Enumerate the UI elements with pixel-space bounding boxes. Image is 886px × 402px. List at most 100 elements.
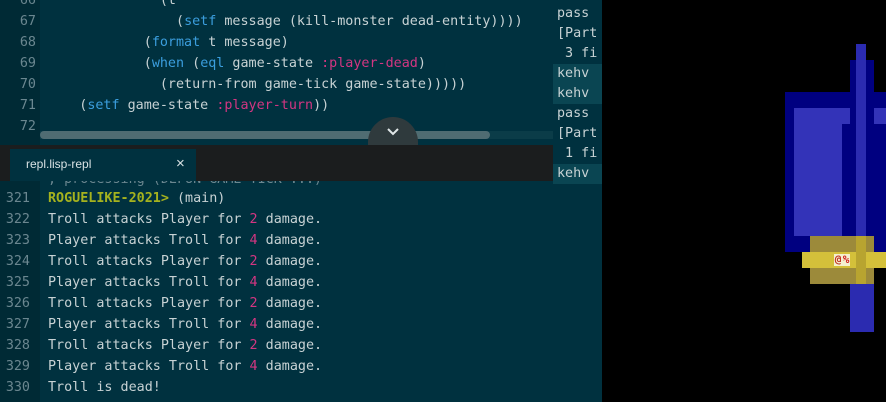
- repl-code-line: Troll attacks Player for 2 damage.: [48, 293, 322, 314]
- editor-code-line: (t: [47, 0, 176, 11]
- code-token: (main): [168, 191, 226, 206]
- repl-code-line: Troll attacks Player for 2 damage.: [48, 335, 322, 356]
- side-output-line: pass: [557, 106, 590, 121]
- code-token: (return-from game-tick game-state))))): [47, 77, 467, 92]
- repl-code-line: Player attacks Troll for 4 damage.: [48, 230, 322, 251]
- repl-code-line: Player attacks Troll for 4 damage.: [48, 272, 322, 293]
- code-token: 2: [249, 338, 258, 353]
- repl-line-number: 325: [5, 275, 30, 290]
- lit-corridor: [856, 236, 866, 284]
- code-token: Player attacks Troll for: [48, 317, 250, 332]
- code-token: :player-turn: [216, 98, 314, 113]
- editor-line-number: 70: [19, 77, 36, 92]
- code-token: Troll attacks Player for: [48, 212, 250, 227]
- side-output-line: 1 fi: [557, 146, 598, 161]
- repl-line-number: 323: [5, 233, 30, 248]
- code-token: 2: [249, 296, 258, 311]
- code-token: Troll attacks Player for: [48, 338, 250, 353]
- code-token: ROGUELIKE-2021>: [48, 191, 169, 206]
- code-token: when: [151, 56, 185, 71]
- code-token: t message): [200, 35, 289, 50]
- editor-line-number: 69: [19, 56, 36, 71]
- repl-line-number: 324: [5, 254, 30, 269]
- code-token: 4: [249, 275, 258, 290]
- code-token: (: [47, 56, 152, 71]
- code-token: Troll is dead!: [48, 380, 161, 395]
- troll-corpse-glyph: %: [842, 253, 850, 266]
- editor-code-line: (return-from game-tick game-state))))): [47, 74, 466, 95]
- code-token: ): [417, 56, 426, 71]
- code-token: setf: [87, 98, 120, 113]
- editor-line-number: 67: [19, 14, 36, 29]
- code-token: damage.: [257, 212, 323, 227]
- code-token: 2: [249, 212, 258, 227]
- editor-code-line: (format t message): [47, 32, 289, 53]
- side-output-line: [Part: [557, 26, 598, 41]
- tab-bar: repl.lisp-repl ×: [0, 145, 553, 181]
- repl-code-line: Player attacks Troll for 4 damage.: [48, 356, 322, 377]
- code-token: )): [313, 98, 330, 113]
- repl-buffer[interactable]: ; processing (DEFUN GAME-TICK ...) 321RO…: [0, 181, 553, 402]
- code-token: Player attacks Troll for: [48, 359, 250, 374]
- code-token: (: [47, 14, 185, 29]
- corridor-end: [850, 284, 874, 332]
- code-editor[interactable]: 66 (t 67 (setf message (kill-monster dead…: [0, 0, 553, 145]
- side-output-line: kehv: [553, 84, 602, 104]
- repl-code-line: Troll attacks Player for 2 damage.: [48, 209, 322, 230]
- repl-code-line: Troll is dead!: [48, 377, 161, 398]
- code-token: (t: [47, 0, 176, 8]
- repl-line-number: 326: [5, 296, 30, 311]
- repl-line-number: 329: [5, 359, 30, 374]
- editor-code-line: (setf message (kill-monster dead-entity)…: [47, 11, 523, 32]
- code-token: damage.: [257, 338, 323, 353]
- code-token: 4: [249, 233, 258, 248]
- horizontal-scrollbar[interactable]: [40, 131, 553, 139]
- code-token: damage.: [257, 254, 323, 269]
- code-token: 4: [249, 359, 258, 374]
- editor-line-number: 71: [19, 98, 36, 113]
- code-token: damage.: [257, 359, 323, 374]
- code-token: 2: [249, 254, 258, 269]
- editor-line-number: 68: [19, 35, 36, 50]
- side-output-line: kehv: [553, 64, 602, 84]
- repl-line-number: 327: [5, 317, 30, 332]
- side-output-line: pass: [557, 6, 590, 21]
- scrollbar-thumb[interactable]: [40, 131, 490, 139]
- repl-code-line: ROGUELIKE-2021> (main): [48, 188, 225, 209]
- code-token: (: [184, 56, 201, 71]
- repl-line-number: 322: [5, 212, 30, 227]
- code-token: damage.: [257, 275, 323, 290]
- editor-code-line: (setf game-state :player-turn)): [47, 95, 329, 116]
- code-token: 4: [249, 317, 258, 332]
- repl-line-number: 330: [5, 380, 30, 395]
- game-viewport: @ %: [602, 0, 886, 402]
- code-token: damage.: [257, 296, 323, 311]
- side-output-line: 3 fi: [557, 46, 598, 61]
- editor-code-line: (when (eql game-state :player-dead): [47, 53, 426, 74]
- code-token: setf: [184, 14, 217, 29]
- code-token: game-state: [224, 56, 322, 71]
- editor-line-number: 72: [19, 119, 36, 134]
- code-token: message (kill-monster dead-entity)))): [216, 14, 523, 29]
- code-token: Troll attacks Player for: [48, 254, 250, 269]
- repl-line-number: 321: [5, 191, 30, 206]
- code-token: game-state: [119, 98, 217, 113]
- code-token: eql: [200, 56, 225, 71]
- side-output-line: [Part: [557, 126, 598, 141]
- code-token: Player attacks Troll for: [48, 275, 250, 290]
- code-token: format: [151, 35, 201, 50]
- code-token: Troll attacks Player for: [48, 296, 250, 311]
- code-token: (: [47, 35, 152, 50]
- side-output-panel: pass [Part 3 fi kehv kehv pass [Part 1 fi kehv: [553, 0, 602, 402]
- code-token: Player attacks Troll for: [48, 233, 250, 248]
- tab-repl[interactable]: repl.lisp-repl ×: [10, 149, 196, 181]
- code-token: damage.: [257, 317, 323, 332]
- repl-code-line: Player attacks Troll for 4 damage.: [48, 314, 322, 335]
- collapse-panel-button[interactable]: [368, 117, 418, 145]
- repl-line-number: 328: [5, 338, 30, 353]
- player-glyph: @: [834, 253, 842, 266]
- close-icon[interactable]: ×: [176, 155, 185, 172]
- tab-label: repl.lisp-repl: [26, 157, 92, 171]
- code-token: :player-dead: [321, 56, 418, 71]
- code-token: (: [47, 98, 88, 113]
